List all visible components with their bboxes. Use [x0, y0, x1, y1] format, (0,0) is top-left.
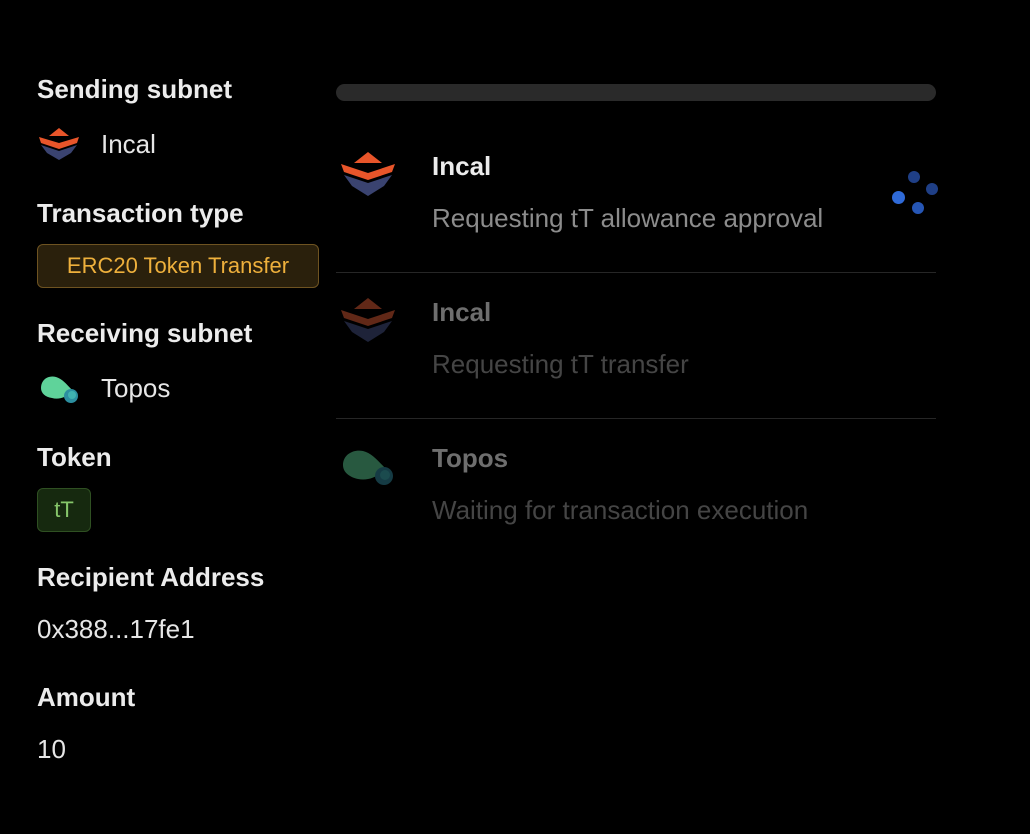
token-label: Token	[37, 442, 112, 472]
sending-subnet-name: Incal	[101, 128, 156, 159]
step-description: Requesting tT transfer	[432, 349, 689, 379]
transaction-progress-view: Sending subnet Incal Transaction type ER…	[0, 0, 1030, 834]
transaction-type-badge: ERC20 Token Transfer	[37, 244, 319, 288]
sending-subnet: Incal	[37, 124, 156, 164]
receiving-subnet-label: Receiving subnet	[37, 318, 253, 348]
recipient-address-label: Recipient Address	[37, 562, 265, 592]
sending-subnet-label: Sending subnet	[37, 74, 232, 104]
step-allowance-approval: Incal Requesting tT allowance approval	[336, 127, 938, 273]
token-badge: tT	[37, 488, 91, 532]
amount-label: Amount	[37, 682, 136, 712]
progress-bar	[336, 84, 936, 101]
receiving-subnet-name: Topos	[101, 372, 171, 403]
step-execution: Topos Waiting for transaction execution	[336, 419, 936, 565]
loading-spinner-icon	[892, 163, 940, 214]
incal-logo-icon	[341, 152, 395, 196]
receiving-subnet: Topos	[37, 368, 170, 408]
incal-logo-icon	[39, 128, 79, 160]
step-title: Incal	[432, 297, 492, 327]
topos-logo-icon	[343, 450, 393, 485]
topos-logo-icon	[41, 376, 78, 403]
recipient-address-value: 0x388...17fe1	[37, 614, 195, 644]
amount-value: 10	[37, 734, 66, 764]
step-description: Waiting for transaction execution	[432, 495, 809, 525]
transaction-type-label: Transaction type	[37, 198, 244, 228]
step-title: Incal	[432, 151, 492, 181]
step-description: Requesting tT allowance approval	[432, 203, 824, 233]
incal-logo-icon	[341, 298, 395, 342]
step-title: Topos	[432, 443, 509, 473]
step-transfer: Incal Requesting tT transfer	[336, 273, 936, 419]
